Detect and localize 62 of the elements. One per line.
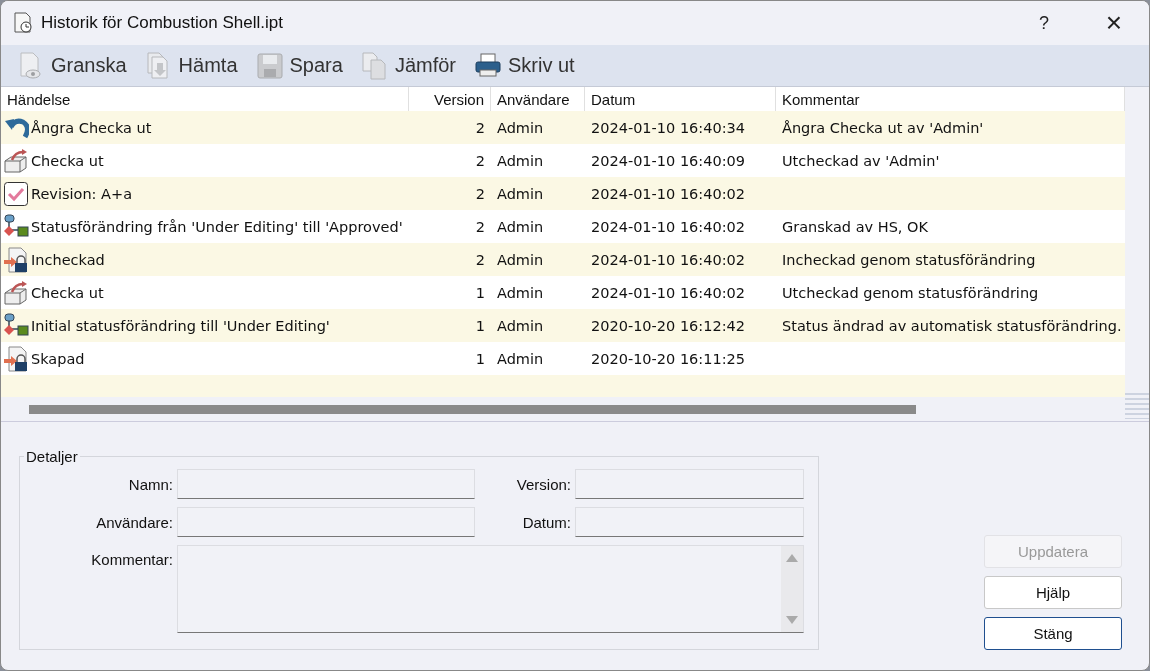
workflow-icon xyxy=(3,312,29,339)
date-cell-text: 2020-10-20 16:11:25 xyxy=(590,349,746,369)
documents-icon xyxy=(360,50,389,81)
dialog-button[interactable]: Stäng xyxy=(984,617,1122,650)
dialog-button[interactable]: Hjälp xyxy=(984,576,1122,609)
user-cell: Admin xyxy=(491,243,585,276)
user-cell: Admin xyxy=(491,177,585,210)
field-label: Användare: xyxy=(95,513,173,531)
version-cell: 2 xyxy=(409,111,491,144)
date-cell: 2024-01-10 16:40:34 xyxy=(585,111,776,144)
event-text: Skapad xyxy=(31,350,85,367)
help-button[interactable]: ? xyxy=(1009,1,1079,45)
toolbar-button[interactable]: Skriv ut xyxy=(468,48,581,83)
comment-cell-text: Utcheckad genom statusförändring xyxy=(781,283,1040,303)
date-cell: 2024-01-10 16:40:02 xyxy=(585,243,776,276)
date-cell-text: 2024-01-10 16:40:02 xyxy=(590,283,746,303)
field-label: Kommentar: xyxy=(90,550,173,568)
user-cell-text: Admin xyxy=(496,349,545,369)
event-text: Revision: A+a xyxy=(31,185,133,202)
comment-cell-text: Granskad av HS, OK xyxy=(781,217,929,237)
group-title: Detaljer xyxy=(25,448,79,465)
version-cell: 2 xyxy=(409,243,491,276)
user-cell: Admin xyxy=(491,111,585,144)
event-text: Checka ut xyxy=(31,284,104,301)
scrollbar-grip[interactable] xyxy=(1125,393,1149,419)
event-text: Initial statusförändring till 'Under Editing' xyxy=(31,317,330,334)
field-label: Datum: xyxy=(521,513,571,531)
box-arrow-icon xyxy=(3,279,29,306)
date-cell-text: 2024-01-10 16:40:02 xyxy=(590,217,746,237)
scroll-up-icon xyxy=(786,554,798,562)
history-document-icon xyxy=(13,12,33,34)
version-cell-text: 1 xyxy=(474,349,486,369)
date-cell-text: 2024-01-10 16:40:09 xyxy=(590,151,746,171)
scrollbar-thumb[interactable] xyxy=(29,404,916,414)
event-text: Statusförändring från 'Under Editing' till 'Approved' xyxy=(31,218,403,235)
event-text: Checka ut xyxy=(31,152,104,169)
box-arrow-icon xyxy=(3,147,29,174)
comment-cell: Status ändrad av automatisk statusförändring. xyxy=(776,309,1125,342)
event-text: Incheckad xyxy=(31,251,105,268)
field-label: Namn: xyxy=(127,475,173,493)
date-cell: 2020-10-20 16:12:42 xyxy=(585,309,776,342)
field-label: Version: xyxy=(515,475,571,493)
version-cell: 2 xyxy=(409,177,491,210)
window-title: Historik för Combustion Shell.ipt xyxy=(41,13,284,33)
document-lock-icon xyxy=(3,246,29,273)
user-cell: Admin xyxy=(491,309,585,342)
user-cell-text: Admin xyxy=(496,151,545,171)
version-cell-text: 2 xyxy=(474,217,486,237)
date-cell: 2024-01-10 16:40:02 xyxy=(585,177,776,210)
version-cell: 1 xyxy=(409,309,491,342)
workflow-icon xyxy=(3,213,29,240)
checkmark-icon xyxy=(3,180,29,207)
version-cell-text: 1 xyxy=(474,283,486,303)
version-cell-text: 2 xyxy=(474,151,486,171)
comment-cell-text: Utcheckad av 'Admin' xyxy=(781,151,941,171)
comment-cell: Ångra Checka ut av 'Admin' xyxy=(776,111,1125,144)
user-cell-text: Admin xyxy=(496,283,545,303)
comment-cell: Incheckad genom statusförändring xyxy=(776,243,1125,276)
close-button[interactable]: × xyxy=(1079,1,1149,45)
user-cell-text: Admin xyxy=(496,217,545,237)
event-text: Ångra Checka ut xyxy=(31,119,152,136)
scroll-down-icon xyxy=(786,616,798,624)
